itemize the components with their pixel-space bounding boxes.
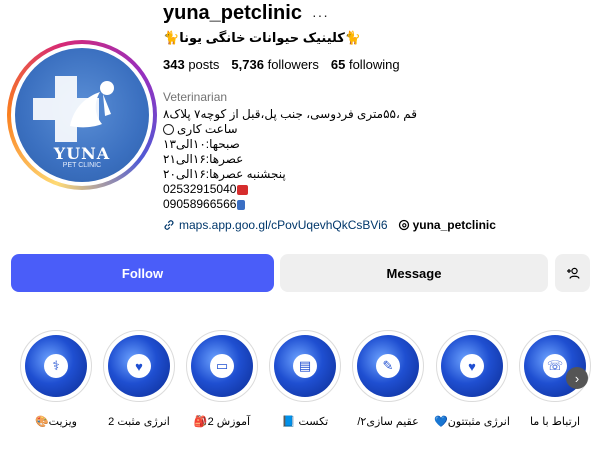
add-user-icon bbox=[566, 267, 580, 279]
following-label: following bbox=[348, 57, 400, 72]
followers-stat[interactable]: 5,736 followers bbox=[231, 57, 318, 72]
suggest-user-button[interactable] bbox=[555, 254, 590, 292]
highlight-cover: ▤ bbox=[274, 335, 336, 397]
threads-link[interactable]: yuna_petclinic bbox=[398, 218, 496, 232]
highlight-ring: ▤ bbox=[269, 330, 341, 402]
heart-icon: ♥ bbox=[127, 354, 151, 378]
heart-icon: ♥ bbox=[460, 354, 484, 378]
following-stat[interactable]: 65 following bbox=[331, 57, 400, 72]
stethoscope-icon: ⚕ bbox=[44, 354, 68, 378]
highlight-ring: ▭ bbox=[186, 330, 258, 402]
follow-button[interactable]: Follow bbox=[11, 254, 274, 292]
more-options-icon[interactable]: ··· bbox=[312, 7, 329, 23]
highlight-item[interactable]: ▭ آموزش 2🎒 bbox=[182, 330, 262, 428]
username-row: yuna_petclinic ··· bbox=[163, 2, 329, 25]
profile-bio: قم ،۵۵متری فردوسی، جنب پل،قبل از کوچه۷ پ… bbox=[163, 107, 417, 212]
full-name: 🐈کلینیک حیوانات خانگی یونا🐈 bbox=[163, 30, 362, 45]
followers-label: followers bbox=[267, 57, 319, 72]
highlight-item[interactable]: ♥ انرژی مثبت 2 bbox=[99, 330, 179, 428]
bio-address: قم ،۵۵متری فردوسی، جنب پل،قبل از کوچه۷ پ… bbox=[163, 107, 417, 121]
highlight-cover: ✎ bbox=[357, 335, 419, 397]
highlight-cover: ♥ bbox=[441, 335, 503, 397]
highlight-label: آموزش 2🎒 bbox=[193, 416, 251, 428]
bio-evening-hours: عصرها:۱۶الی۲۱ bbox=[163, 152, 244, 166]
highlight-label: تکست 📘 bbox=[281, 416, 329, 428]
threads-handle: yuna_petclinic bbox=[412, 218, 496, 232]
profile-avatar[interactable]: YUNA PET CLINIC bbox=[15, 48, 149, 182]
bio-hours-title: ساعت کاری bbox=[177, 122, 238, 136]
highlight-label: عقیم سازی۲/ bbox=[357, 416, 419, 428]
threads-icon bbox=[398, 219, 409, 231]
story-highlights: ☏ ارتباط با ما ♥ انرژی مثبتتون💙 ✎ عقیم س… bbox=[0, 330, 600, 440]
bio-phone-row: 02532915040 bbox=[163, 182, 417, 197]
highlight-cover: ▭ bbox=[191, 335, 253, 397]
highlight-ring: ✎ bbox=[352, 330, 424, 402]
posts-count: 343 bbox=[163, 57, 185, 72]
highlight-label: ویزیت🎨 bbox=[34, 416, 77, 428]
highlight-cover: ⚕ bbox=[25, 335, 87, 397]
chevron-right-icon[interactable]: › bbox=[566, 367, 588, 389]
map-link-text: maps.app.goo.gl/cPovUqevhQkCsBVi6 bbox=[179, 218, 388, 232]
bio-phone: 02532915040 bbox=[163, 182, 237, 196]
phone-icon: ☏ bbox=[543, 354, 567, 378]
link-icon bbox=[164, 220, 174, 230]
bio-mobile-row: 09058966566 bbox=[163, 197, 417, 212]
highlight-cover: ♥ bbox=[108, 335, 170, 397]
posts-label: posts bbox=[188, 57, 220, 72]
avatar-logo-text: YUNA bbox=[53, 144, 111, 163]
highlight-item[interactable]: ▤ تکست 📘 bbox=[265, 330, 345, 428]
telephone-icon bbox=[237, 184, 249, 195]
highlight-label: انرژی مثبت 2 bbox=[108, 416, 170, 428]
mobile-phone-icon bbox=[237, 199, 246, 210]
highlight-item[interactable]: ⚕ ویزیت🎨 bbox=[16, 330, 96, 428]
profile-avatar-frame: YUNA PET CLINIC bbox=[11, 44, 153, 186]
map-link[interactable]: maps.app.goo.gl/cPovUqevhQkCsBVi6 bbox=[163, 218, 388, 232]
profile-avatar-ring[interactable]: YUNA PET CLINIC bbox=[7, 40, 157, 190]
bio-hours-title-row: ساعت کاری bbox=[163, 122, 417, 137]
bio-morning-hours: صبحها:۱۰الی۱۳ bbox=[163, 137, 240, 151]
highlight-ring: ♥ bbox=[436, 330, 508, 402]
highlight-item[interactable]: ✎ عقیم سازی۲/ bbox=[348, 330, 428, 428]
highlight-item[interactable]: ♥ انرژی مثبتتون💙 bbox=[432, 330, 512, 428]
profile-links: maps.app.goo.gl/cPovUqevhQkCsBVi6 yuna_p… bbox=[163, 218, 496, 232]
highlight-label: انرژی مثبتتون💙 bbox=[434, 416, 510, 428]
highlight-ring: ☏ bbox=[519, 330, 591, 402]
bio-thursday-hours: پنجشنبه عصرها:۱۶الی۲۰ bbox=[163, 167, 286, 181]
username: yuna_petclinic bbox=[163, 2, 302, 24]
message-button[interactable]: Message bbox=[280, 254, 548, 292]
avatar-logo-subtext: PET CLINIC bbox=[62, 162, 102, 169]
highlight-ring: ♥ bbox=[103, 330, 175, 402]
syringe-icon: ✎ bbox=[376, 354, 400, 378]
highlight-ring: ⚕ bbox=[20, 330, 92, 402]
card-icon: ▤ bbox=[293, 354, 317, 378]
following-count: 65 bbox=[330, 57, 346, 72]
clock-icon bbox=[163, 124, 174, 135]
monitor-icon: ▭ bbox=[210, 354, 234, 378]
posts-stat[interactable]: 343 posts bbox=[163, 57, 219, 72]
bio-mobile: 09058966566 bbox=[163, 197, 237, 211]
profile-stats: 343 posts 5,736 followers 65 following bbox=[163, 57, 400, 72]
highlight-label: ارتباط با ما bbox=[529, 416, 581, 428]
followers-count: 5,736 bbox=[231, 57, 264, 72]
profile-category: Veterinarian bbox=[163, 90, 228, 104]
